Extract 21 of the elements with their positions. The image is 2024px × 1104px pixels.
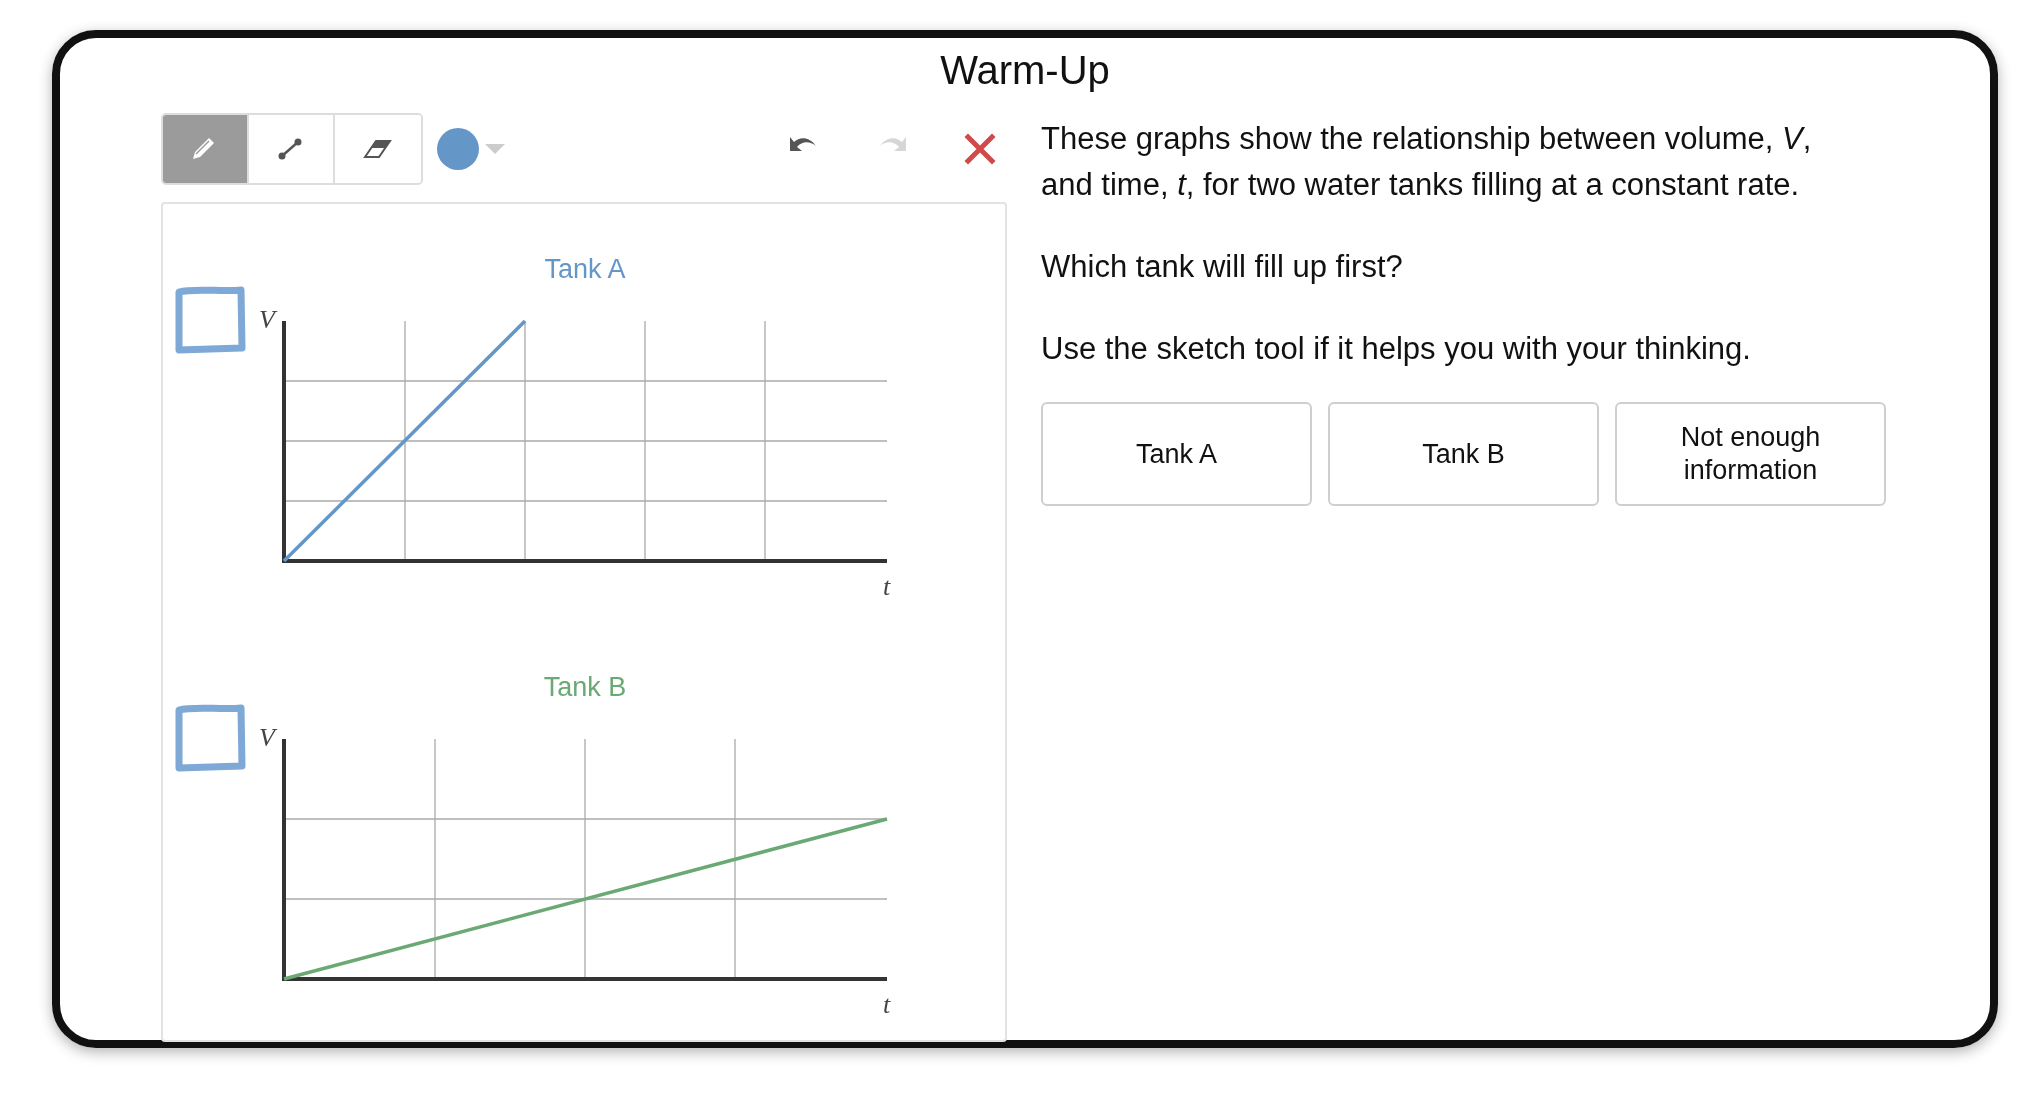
graph-title: Tank A: [544, 254, 626, 284]
axis-label: t: [883, 572, 891, 601]
color-picker[interactable]: [437, 128, 507, 170]
caret-icon: [483, 142, 507, 156]
eraser-icon: [363, 140, 392, 158]
answer-choice[interactable]: Tank A: [1041, 402, 1312, 506]
pencil-icon: [193, 138, 214, 159]
answer-choice[interactable]: Tank B: [1328, 402, 1599, 506]
line-tool-icon: [278, 138, 302, 160]
close-icon: [965, 134, 995, 164]
sketch-canvas[interactable]: Tank A V t Tank B V t: [161, 202, 1007, 1042]
answer-choice[interactable]: Not enough information: [1615, 402, 1886, 506]
redo-icon: [880, 137, 906, 151]
undo-icon: [790, 137, 816, 151]
graph-title: Tank B: [543, 672, 627, 702]
prompt-text: These graphs show the relationship between volume, V, and time, t, for two water tanks filling at a constant rate.: [1041, 120, 1813, 204]
prompt-text: Which tank will fill up first?: [1041, 248, 1404, 286]
page-title: Warm-Up: [940, 47, 1110, 94]
prompt-text: Use the sketch tool if it helps you with your thinking.: [1041, 330, 1752, 368]
axis-label: t: [883, 990, 891, 1019]
pencil-tool-button[interactable]: [163, 115, 249, 183]
